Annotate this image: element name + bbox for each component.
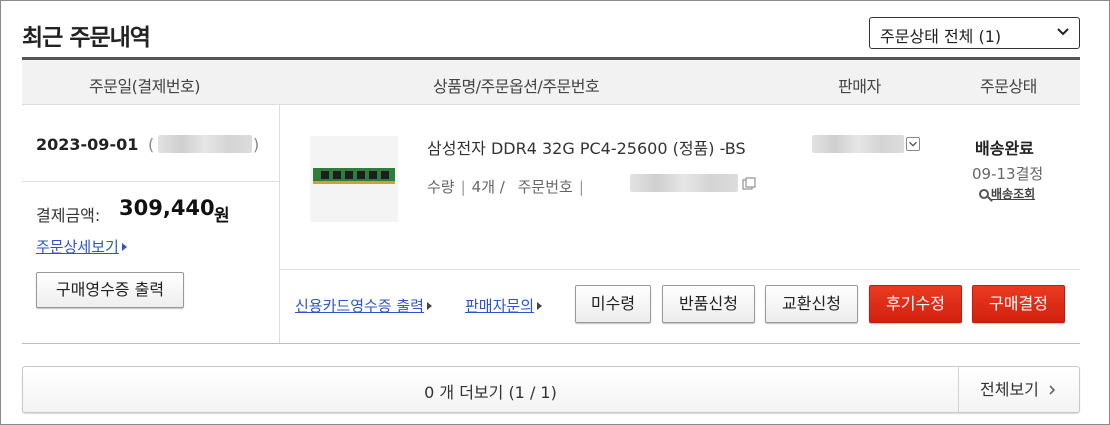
divider [22, 343, 1080, 344]
product-name[interactable]: 삼성전자 DDR4 32G PC4-25600 (정품) -BS [427, 135, 746, 159]
chevron-right-icon [1049, 385, 1056, 395]
seller-name-masked[interactable] [812, 135, 904, 153]
qty-value: 4개 / [471, 178, 505, 196]
exchange-request-button[interactable]: 교환신청 [765, 285, 858, 323]
payment-amount: 309,440 [119, 196, 215, 220]
triangle-right-icon [426, 302, 432, 310]
card-receipt-link[interactable]: 신용카드영수증 출력 [295, 295, 432, 316]
order-detail-link-label: 주문상세보기 [36, 238, 119, 256]
payment-label: 결제금액: [36, 206, 101, 225]
view-all-button[interactable]: 전체보기 [958, 367, 1080, 412]
order-status: 배송완료 [975, 139, 1034, 158]
order-date-cell: 2023-09-01 ( ) [22, 105, 280, 182]
order-number-masked [630, 174, 738, 192]
payment-unit: 원 [214, 206, 230, 226]
delivery-tracking-link[interactable]: 배송조회 [979, 185, 1035, 202]
quantity-line: 수량 | 4개 / 주문번호 | [427, 178, 584, 196]
view-all-label: 전체보기 [980, 380, 1039, 399]
chevron-down-icon [1057, 28, 1069, 36]
card-receipt-label: 신용카드영수증 출력 [295, 297, 424, 315]
order-number-label: 주문번호 [517, 178, 573, 196]
header-product: 상품명/주문옵션/주문번호 [433, 77, 600, 96]
status-date: 09-13결정 [972, 165, 1044, 183]
status-select-value: 주문상태 전체 (1) [880, 27, 1002, 46]
more-orders-bar[interactable]: 0 개 더보기 (1 / 1) 전체보기 [22, 366, 1080, 413]
seller-inquiry-label: 판매자문의 [465, 297, 535, 315]
qty-label: 수량 [427, 178, 455, 196]
header-status: 주문상태 [980, 77, 1037, 96]
order-info-column: 2023-09-01 ( ) 결제금액: 309,440 원 주문상세보기 구매… [22, 105, 280, 343]
order-date: 2023-09-01 [36, 135, 139, 154]
return-request-button[interactable]: 반품신청 [662, 285, 755, 323]
order-detail-link[interactable]: 주문상세보기 [36, 236, 127, 257]
order-actions: 신용카드영수증 출력 판매자문의 미수령 반품신청 교환신청 후기수정 구매결정 [280, 269, 1080, 343]
order-status-select[interactable]: 주문상태 전체 (1) [869, 17, 1080, 49]
confirm-purchase-button[interactable]: 구매결정 [972, 285, 1065, 323]
ram-module-image [313, 168, 395, 184]
more-orders-button[interactable]: 0 개 더보기 (1 / 1) [23, 379, 958, 403]
product-thumbnail[interactable] [310, 136, 398, 222]
header-seller: 판매자 [838, 77, 881, 96]
page-title: 최근 주문내역 [22, 25, 151, 51]
payment-number-masked [158, 135, 252, 153]
triangle-right-icon [121, 243, 127, 251]
magnifier-icon [979, 189, 989, 199]
delivery-tracking-label: 배송조회 [991, 187, 1036, 201]
paren-open: ( [148, 135, 155, 154]
paren-close: ) [253, 135, 260, 154]
not-received-button[interactable]: 미수령 [575, 285, 651, 323]
purchase-receipt-button[interactable]: 구매영수증 출력 [36, 272, 184, 308]
header-order-date: 주문일(결제번호) [89, 77, 201, 96]
edit-review-button[interactable]: 후기수정 [869, 285, 962, 323]
copy-icon[interactable] [742, 177, 756, 191]
table-header: 주문일(결제번호) 상품명/주문옵션/주문번호 판매자 주문상태 [22, 57, 1080, 105]
dropdown-box-icon[interactable] [906, 137, 920, 151]
triangle-right-icon [537, 302, 543, 310]
seller-inquiry-link[interactable]: 판매자문의 [465, 295, 543, 316]
